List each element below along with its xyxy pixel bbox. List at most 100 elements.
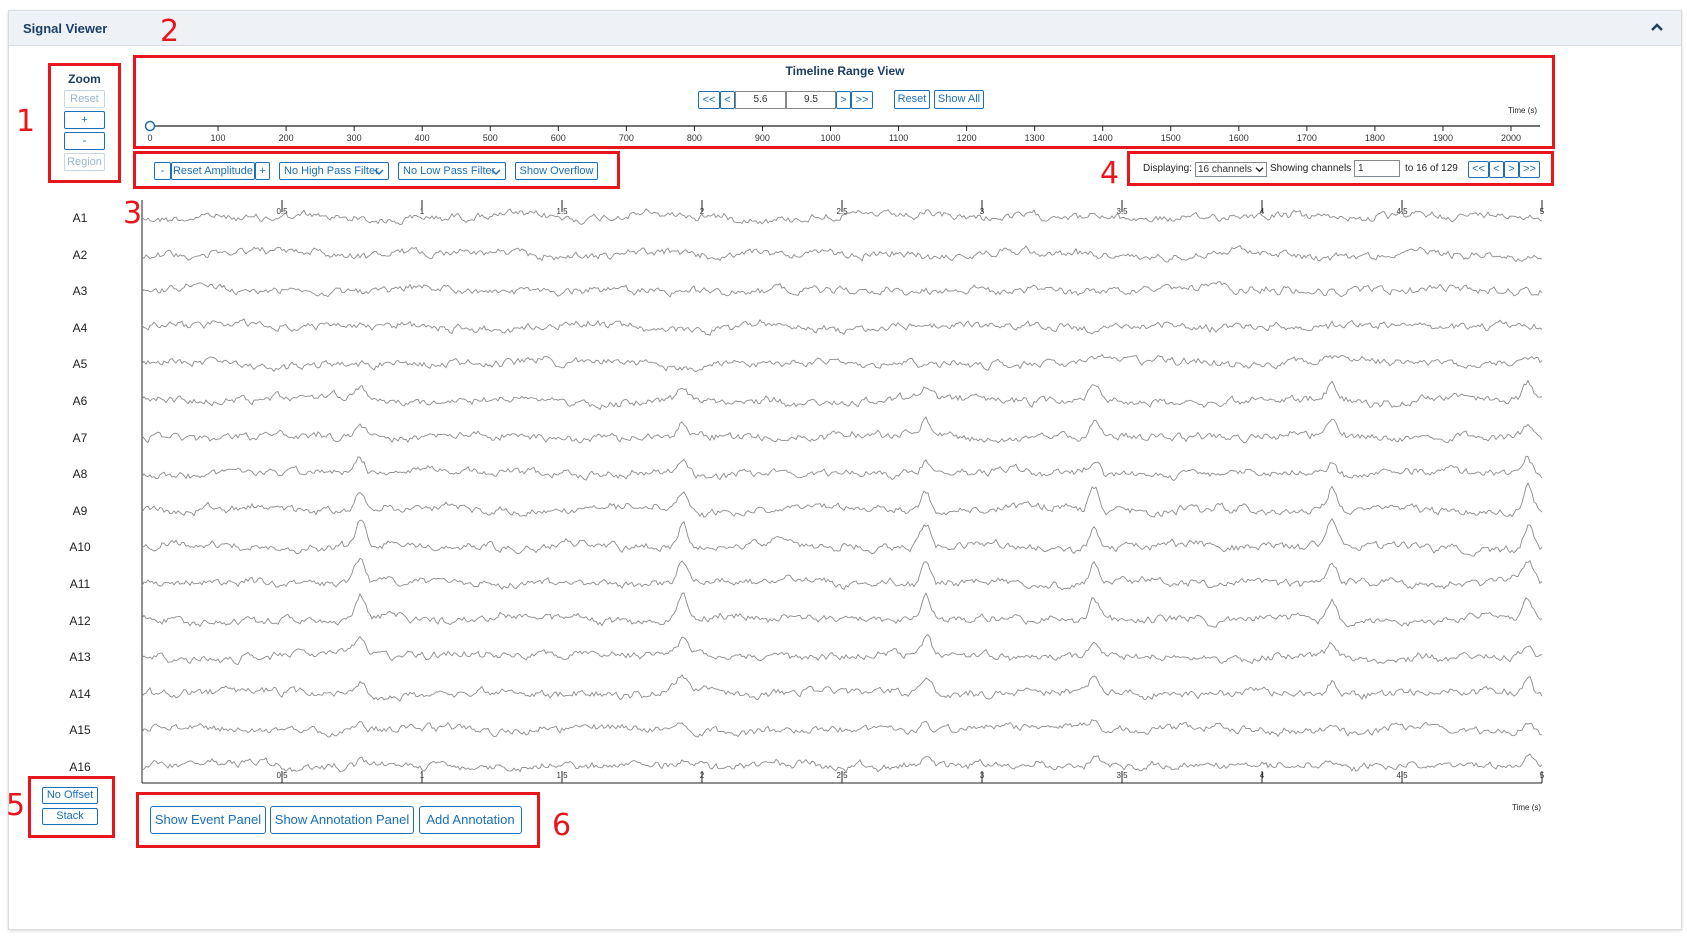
signal-trace-a9 <box>141 482 1543 518</box>
channel-label: A4 <box>72 320 88 335</box>
amplitude-decrease-button[interactable]: - <box>154 162 171 180</box>
timeline-tick-label: 200 <box>279 133 294 143</box>
callout-1: 1 <box>16 104 36 139</box>
timeline-tick-label: 2000 <box>1501 133 1521 143</box>
channel-label: A12 <box>69 613 91 628</box>
high-pass-filter-select[interactable]: No High Pass Filter <box>279 162 389 180</box>
signal-trace-a10 <box>141 517 1543 557</box>
panel-title: Signal Viewer <box>23 21 108 36</box>
timeline-next-button[interactable]: > <box>836 91 851 109</box>
timeline-tick-label: 0 <box>147 133 152 143</box>
signal-trace-a14 <box>141 673 1543 702</box>
start-channel-input[interactable]: 1 <box>1354 160 1400 177</box>
channels-last-button[interactable]: >> <box>1519 161 1540 178</box>
timeline-tick-label: 900 <box>755 133 770 143</box>
signal-bottom-tick-label: 3.5 <box>1116 771 1128 780</box>
signal-trace-a16 <box>141 753 1543 774</box>
signal-bottom-tick-label: 1.5 <box>556 771 568 780</box>
show-annotation-panel-button[interactable]: Show Annotation Panel <box>270 806 414 834</box>
channel-count-select[interactable]: 16 channels <box>1195 162 1267 177</box>
signal-plot[interactable]: 0.50.5111.51.5222.52.5333.53.5444.54.555 <box>138 196 1546 786</box>
channel-label: A8 <box>72 467 88 482</box>
zoom-reset-button[interactable]: Reset <box>64 90 105 108</box>
timeline-tick-label: 1400 <box>1093 133 1113 143</box>
timeline-first-button[interactable]: << <box>698 91 720 109</box>
low-pass-filter-select[interactable]: No Low Pass Filter <box>398 162 506 180</box>
timeline-tick-label: 1600 <box>1229 133 1249 143</box>
signal-top-tick-label: 4 <box>1260 207 1265 216</box>
timeline-tick-label: 800 <box>687 133 702 143</box>
signal-top-tick-label: 1 <box>420 207 425 216</box>
signal-trace-a11 <box>141 557 1543 591</box>
signal-bottom-tick-label: 2 <box>700 771 705 780</box>
chevron-down-icon <box>491 169 501 175</box>
channel-label: A14 <box>69 686 91 701</box>
timeline-tick-label: 1800 <box>1365 133 1385 143</box>
add-annotation-button[interactable]: Add Annotation <box>419 806 522 834</box>
timeline-tick-label: 100 <box>211 133 226 143</box>
signal-trace-a5 <box>141 354 1543 373</box>
channel-label: A5 <box>72 357 88 372</box>
signal-top-tick-label: 5 <box>1540 207 1545 216</box>
timeline-title: Timeline Range View <box>785 64 905 78</box>
signal-bottom-tick-label: 0.5 <box>276 771 288 780</box>
signal-trace-a12 <box>141 592 1543 628</box>
signal-trace-a2 <box>141 244 1543 263</box>
timeline-axis[interactable]: 0 100 200 300 400 500 600 700 800 900 1000 1100 1200… <box>140 116 1540 148</box>
timeline-tick-label: 300 <box>347 133 362 143</box>
timeline-range-handle[interactable] <box>144 120 156 132</box>
signal-bottom-tick-label: 3 <box>980 771 985 780</box>
signal-trace-a15 <box>141 718 1543 738</box>
signal-trace-a3 <box>141 281 1543 298</box>
low-pass-filter-label: No Low Pass Filter <box>403 165 496 177</box>
channel-label: A13 <box>69 650 91 665</box>
signal-top-tick-label: 1.5 <box>556 207 568 216</box>
timeline-prev-button[interactable]: < <box>720 91 735 109</box>
showing-channels-label: Showing channels <box>1270 163 1352 174</box>
displaying-label: Displaying: <box>1143 163 1192 174</box>
timeline-end-input[interactable]: 9.5 <box>786 91 836 109</box>
no-offset-button[interactable]: No Offset <box>42 787 98 804</box>
timeline-tick-label: 1100 <box>889 133 908 143</box>
timeline-reset-button[interactable]: Reset <box>894 90 930 109</box>
signal-bottom-tick-label: 1 <box>420 771 425 780</box>
timeline-tick-label: 1700 <box>1297 133 1317 143</box>
channels-first-button[interactable]: << <box>1468 161 1489 178</box>
timeline-tick-label: 1900 <box>1433 133 1453 143</box>
signal-time-label: Time (s) <box>1512 803 1542 812</box>
show-overflow-button[interactable]: Show Overflow <box>515 162 598 180</box>
channels-prev-button[interactable]: < <box>1489 161 1504 178</box>
zoom-in-button[interactable]: + <box>64 111 105 129</box>
signal-trace-a7 <box>141 416 1543 444</box>
amplitude-increase-button[interactable]: + <box>255 162 270 180</box>
channel-label: A7 <box>72 430 88 445</box>
zoom-region-button[interactable]: Region <box>64 153 105 171</box>
timeline-last-button[interactable]: >> <box>851 91 873 109</box>
timeline-tick-label: 1000 <box>820 133 840 143</box>
timeline-tick-label: 600 <box>551 133 566 143</box>
timeline-tick-label: 700 <box>619 133 634 143</box>
chevron-up-icon[interactable] <box>1647 17 1667 37</box>
signal-bottom-tick-label: 4 <box>1260 771 1265 780</box>
zoom-out-button[interactable]: - <box>64 132 105 150</box>
channel-label: A11 <box>69 577 91 591</box>
high-pass-filter-label: No High Pass Filter <box>284 165 379 177</box>
signal-bottom-tick-label: 4.5 <box>1396 771 1408 780</box>
channels-next-button[interactable]: > <box>1504 161 1519 178</box>
zoom-title: Zoom <box>68 72 101 86</box>
signal-trace-a4 <box>141 318 1543 336</box>
channel-label: A3 <box>72 284 88 299</box>
chevron-down-icon <box>1255 167 1264 173</box>
stack-button[interactable]: Stack <box>42 808 98 825</box>
chevron-down-icon <box>374 169 384 175</box>
channel-label: A16 <box>69 760 91 774</box>
show-event-panel-button[interactable]: Show Event Panel <box>150 806 266 834</box>
timeline-start-input[interactable]: 5.6 <box>735 91 786 109</box>
timeline-show-all-button[interactable]: Show All <box>934 90 984 109</box>
callout-4: 4 <box>1100 156 1120 191</box>
timeline-tick-label: 400 <box>415 133 430 143</box>
reset-amplitude-button[interactable]: Reset Amplitude <box>171 162 255 180</box>
channel-range-text: to 16 of 129 <box>1405 163 1458 174</box>
panel-header: Signal Viewer <box>9 11 1681 46</box>
channel-label: A2 <box>72 247 88 262</box>
